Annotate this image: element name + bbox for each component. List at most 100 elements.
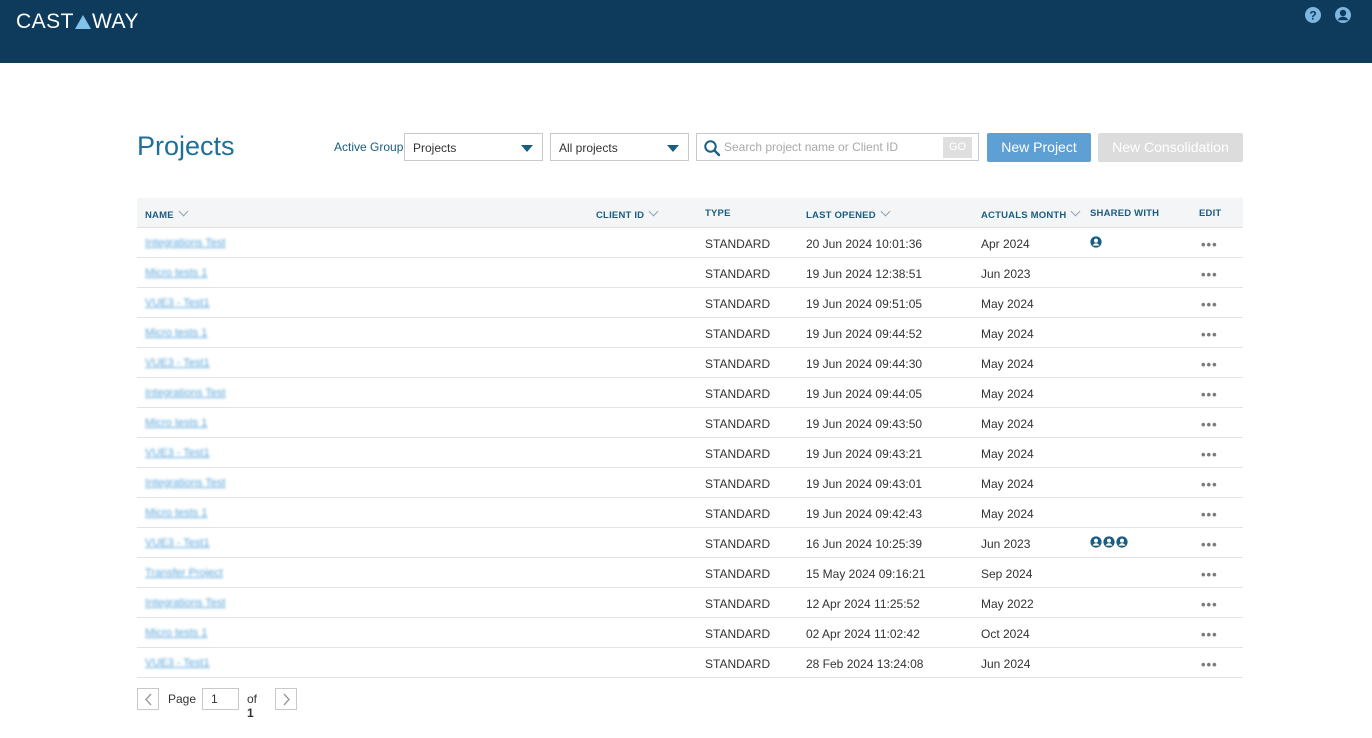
actuals-month: May 2024 xyxy=(981,357,1034,371)
search-go-button[interactable]: GO xyxy=(943,137,972,158)
more-actions-icon[interactable]: ••• xyxy=(1201,597,1218,612)
shared-with xyxy=(1090,536,1128,548)
person-icon xyxy=(1116,536,1128,548)
project-name-link[interactable]: Micro tests 1 xyxy=(145,327,207,339)
last-opened: 15 May 2024 09:16:21 xyxy=(806,567,926,581)
sort-chevron-icon xyxy=(880,206,891,217)
more-actions-icon[interactable]: ••• xyxy=(1201,387,1218,402)
more-actions-icon[interactable]: ••• xyxy=(1201,507,1218,522)
table-row[interactable]: VUE3 - Test1 STANDARD 19 Jun 2024 09:44:30… xyxy=(137,348,1243,378)
more-actions-icon[interactable]: ••• xyxy=(1201,267,1218,282)
column-header-shared-with: SHARED WITH xyxy=(1090,208,1160,219)
project-name-link[interactable]: VUE3 - Test1 xyxy=(145,357,210,369)
more-actions-icon[interactable]: ••• xyxy=(1201,237,1218,252)
project-name-link[interactable]: Micro tests 1 xyxy=(145,417,207,429)
more-actions-icon[interactable]: ••• xyxy=(1201,477,1218,492)
sort-chevron-icon xyxy=(178,206,189,217)
table-row[interactable]: Integrations Test STANDARD 19 Jun 2024 09:… xyxy=(137,468,1243,498)
page-total: of 1 xyxy=(247,692,258,720)
project-name-link[interactable]: Integrations Test xyxy=(145,597,226,609)
search-input[interactable] xyxy=(724,138,939,156)
project-name-link[interactable]: Integrations Test xyxy=(145,387,226,399)
project-type: STANDARD xyxy=(705,327,771,341)
table-row[interactable]: Micro tests 1 STANDARD 19 Jun 2024 09:43:5… xyxy=(137,408,1243,438)
projects-table: NAME CLIENT ID TYPE LAST OPENED ACTUALS … xyxy=(137,198,1243,678)
more-actions-icon[interactable]: ••• xyxy=(1201,417,1218,432)
sort-chevron-icon xyxy=(648,206,659,217)
new-project-button[interactable]: New Project xyxy=(987,133,1091,162)
last-opened: 19 Jun 2024 09:44:52 xyxy=(806,327,923,341)
table-row[interactable]: Micro tests 1 STANDARD 19 Jun 2024 12:38:5… xyxy=(137,258,1243,288)
person-icon xyxy=(1090,236,1102,248)
column-header-client-id[interactable]: CLIENT ID xyxy=(596,206,659,221)
table-row[interactable]: VUE3 - Test1 STANDARD 19 Jun 2024 09:43:21… xyxy=(137,438,1243,468)
last-opened: 02 Apr 2024 11:02:42 xyxy=(806,627,920,641)
search-icon xyxy=(704,140,721,157)
caret-down-icon xyxy=(667,145,679,152)
last-opened: 19 Jun 2024 09:51:05 xyxy=(806,297,923,311)
actuals-month: Apr 2024 xyxy=(981,237,1030,251)
table-row[interactable]: Integrations Test STANDARD 19 Jun 2024 09:… xyxy=(137,378,1243,408)
more-actions-icon[interactable]: ••• xyxy=(1201,627,1218,642)
actuals-month: May 2024 xyxy=(981,447,1034,461)
table-row[interactable]: Integrations Test STANDARD 12 Apr 2024 11:… xyxy=(137,588,1243,618)
castaway-logo[interactable]: CAST WAY xyxy=(16,10,139,34)
project-name-link[interactable]: VUE3 - Test1 xyxy=(145,657,210,669)
page-number-input[interactable]: 1 xyxy=(202,688,239,710)
chevron-left-icon xyxy=(145,693,152,706)
svg-text:?: ? xyxy=(1309,9,1316,23)
new-consolidation-button[interactable]: New Consolidation xyxy=(1098,133,1243,162)
last-opened: 19 Jun 2024 09:43:50 xyxy=(806,417,923,431)
help-icon[interactable]: ? xyxy=(1304,6,1322,24)
project-name-link[interactable]: Micro tests 1 xyxy=(145,267,207,279)
more-actions-icon[interactable]: ••• xyxy=(1201,567,1218,582)
column-header-type: TYPE xyxy=(705,208,731,219)
project-name-link[interactable]: VUE3 - Test1 xyxy=(145,537,210,549)
last-opened: 19 Jun 2024 09:44:30 xyxy=(806,357,923,371)
actuals-month: Jun 2023 xyxy=(981,267,1031,281)
last-opened: 19 Jun 2024 09:42:43 xyxy=(806,507,923,521)
column-header-last-opened[interactable]: LAST OPENED xyxy=(806,206,891,221)
column-header-name[interactable]: NAME xyxy=(145,206,189,221)
person-icon xyxy=(1090,536,1102,548)
table-row[interactable]: Micro tests 1 STANDARD 19 Jun 2024 09:44:5… xyxy=(137,318,1243,348)
table-row[interactable]: Micro tests 1 STANDARD 02 Apr 2024 11:02:4… xyxy=(137,618,1243,648)
previous-page-button[interactable] xyxy=(137,688,159,710)
table-header: NAME CLIENT ID TYPE LAST OPENED ACTUALS … xyxy=(137,198,1243,228)
table-row[interactable]: Integrations Test STANDARD 20 Jun 2024 10:… xyxy=(137,228,1243,258)
project-name-link[interactable]: Integrations Test xyxy=(145,237,226,249)
actuals-month: May 2024 xyxy=(981,417,1034,431)
more-actions-icon[interactable]: ••• xyxy=(1201,327,1218,342)
project-name-link[interactable]: Micro tests 1 xyxy=(145,627,207,639)
project-name-link[interactable]: Transfer Project xyxy=(145,567,223,579)
actuals-month: Sep 2024 xyxy=(981,567,1033,581)
project-scope-value: All projects xyxy=(559,141,618,155)
last-opened: 28 Feb 2024 13:24:08 xyxy=(806,657,924,671)
project-scope-select[interactable]: All projects xyxy=(550,133,689,161)
column-header-actuals-month[interactable]: ACTUALS MONTH xyxy=(981,206,1081,221)
project-name-link[interactable]: Micro tests 1 xyxy=(145,507,207,519)
project-type: STANDARD xyxy=(705,477,771,491)
project-name-link[interactable]: Integrations Test xyxy=(145,477,226,489)
project-type: STANDARD xyxy=(705,267,771,281)
project-name-link[interactable]: VUE3 - Test1 xyxy=(145,297,210,309)
user-account-icon[interactable] xyxy=(1334,6,1352,24)
project-name-link[interactable]: VUE3 - Test1 xyxy=(145,447,210,459)
more-actions-icon[interactable]: ••• xyxy=(1201,297,1218,312)
table-row[interactable]: Transfer Project STANDARD 15 May 2024 09:1… xyxy=(137,558,1243,588)
more-actions-icon[interactable]: ••• xyxy=(1201,447,1218,462)
active-group-select[interactable]: Projects xyxy=(404,133,543,161)
last-opened: 20 Jun 2024 10:01:36 xyxy=(806,237,923,251)
top-bar: CAST WAY ? xyxy=(0,0,1372,63)
table-row[interactable]: VUE3 - Test1 STANDARD 16 Jun 2024 10:25:39… xyxy=(137,528,1243,558)
next-page-button[interactable] xyxy=(275,688,297,710)
actuals-month: May 2024 xyxy=(981,327,1034,341)
table-row[interactable]: Micro tests 1 STANDARD 19 Jun 2024 09:42:4… xyxy=(137,498,1243,528)
more-actions-icon[interactable]: ••• xyxy=(1201,357,1218,372)
more-actions-icon[interactable]: ••• xyxy=(1201,537,1218,552)
table-row[interactable]: VUE3 - Test1 STANDARD 28 Feb 2024 13:24:08… xyxy=(137,648,1243,678)
project-type: STANDARD xyxy=(705,387,771,401)
active-group-label: Active Group xyxy=(334,140,404,154)
table-row[interactable]: VUE3 - Test1 STANDARD 19 Jun 2024 09:51:05… xyxy=(137,288,1243,318)
more-actions-icon[interactable]: ••• xyxy=(1201,657,1218,672)
